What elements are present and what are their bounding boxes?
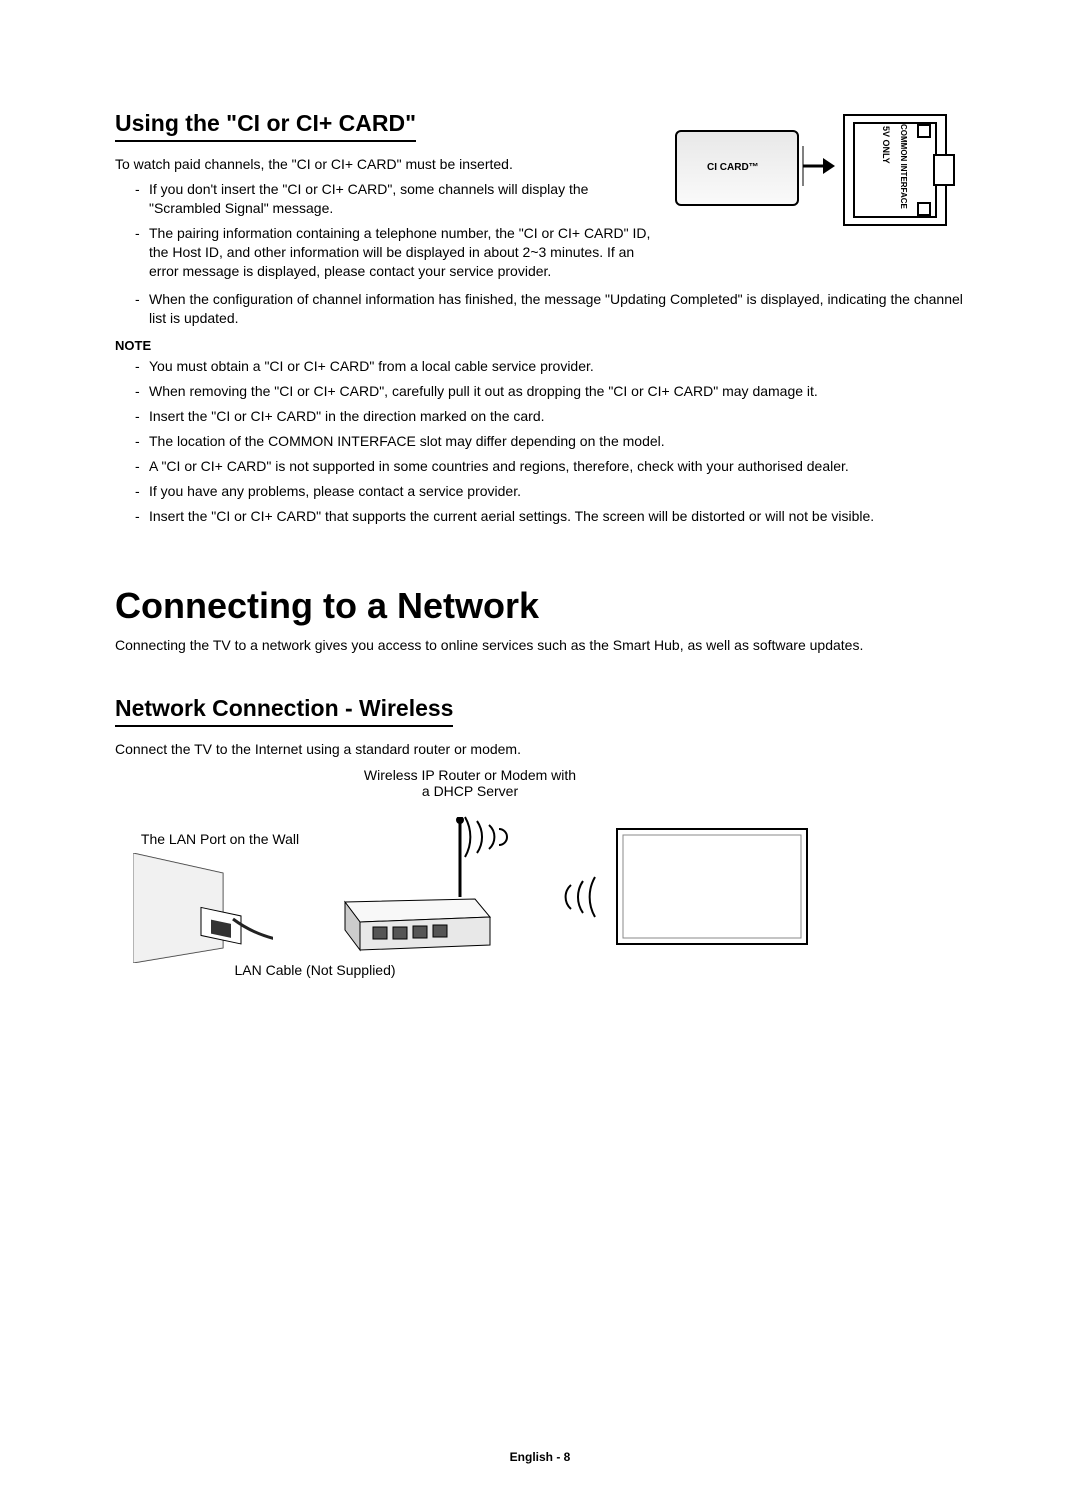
- router-label: Wireless IP Router or Modem with a DHCP …: [340, 767, 600, 799]
- common-interface-slot-icon: 5V ONLY COMMON INTERFACE: [843, 114, 947, 226]
- page-footer: English - 8: [0, 1450, 1080, 1464]
- list-item: A "CI or CI+ CARD" is not supported in s…: [135, 457, 965, 476]
- list-item: If you don't insert the "CI or CI+ CARD"…: [135, 180, 655, 218]
- tv-icon: [615, 827, 815, 957]
- list-item: If you have any problems, please contact…: [135, 482, 965, 501]
- slot-common-interface-label: COMMON INTERFACE: [899, 124, 908, 209]
- signal-out-icon: [455, 807, 525, 867]
- ci-card-illustration: CI CARD™ 5V ONLY COMMON INTERFACE: [675, 110, 965, 230]
- section-title-wireless: Network Connection - Wireless: [115, 695, 453, 727]
- list-item: You must obtain a "CI or CI+ CARD" from …: [135, 357, 965, 376]
- section1-intro: To watch paid channels, the "CI or CI+ C…: [115, 156, 655, 172]
- list-item: Insert the "CI or CI+ CARD" in the direc…: [135, 407, 965, 426]
- slot-5v-label: 5V ONLY: [881, 126, 891, 164]
- section-title-ci-card: Using the "CI or CI+ CARD": [115, 110, 416, 142]
- section2-intro: Connecting the TV to a network gives you…: [115, 637, 965, 653]
- lan-cable-label: LAN Cable (Not Supplied): [215, 962, 415, 978]
- insert-arrow-icon: [801, 146, 835, 186]
- list-item: Insert the "CI or CI+ CARD" that support…: [135, 507, 965, 526]
- note-label: NOTE: [115, 338, 965, 353]
- list-item: The pairing information containing a tel…: [135, 224, 655, 281]
- ci-card-label: CI CARD™: [707, 162, 759, 173]
- heading-connecting-network: Connecting to a Network: [115, 585, 965, 627]
- signal-in-icon: [535, 867, 605, 927]
- list-item: When the configuration of channel inform…: [135, 290, 965, 328]
- section3-intro: Connect the TV to the Internet using a s…: [115, 741, 965, 757]
- section1-bullets-full: When the configuration of channel inform…: [115, 290, 965, 328]
- list-item: When removing the "CI or CI+ CARD", care…: [135, 382, 965, 401]
- section1-bullets-left: If you don't insert the "CI or CI+ CARD"…: [115, 180, 655, 280]
- ci-card-icon: CI CARD™: [675, 130, 799, 206]
- section1-note-bullets: You must obtain a "CI or CI+ CARD" from …: [115, 357, 965, 525]
- wireless-diagram: Wireless IP Router or Modem with a DHCP …: [115, 767, 945, 997]
- wall-port-label: The LAN Port on the Wall: [125, 831, 315, 847]
- list-item: The location of the COMMON INTERFACE slo…: [135, 432, 965, 451]
- wall-port-icon: [133, 853, 273, 963]
